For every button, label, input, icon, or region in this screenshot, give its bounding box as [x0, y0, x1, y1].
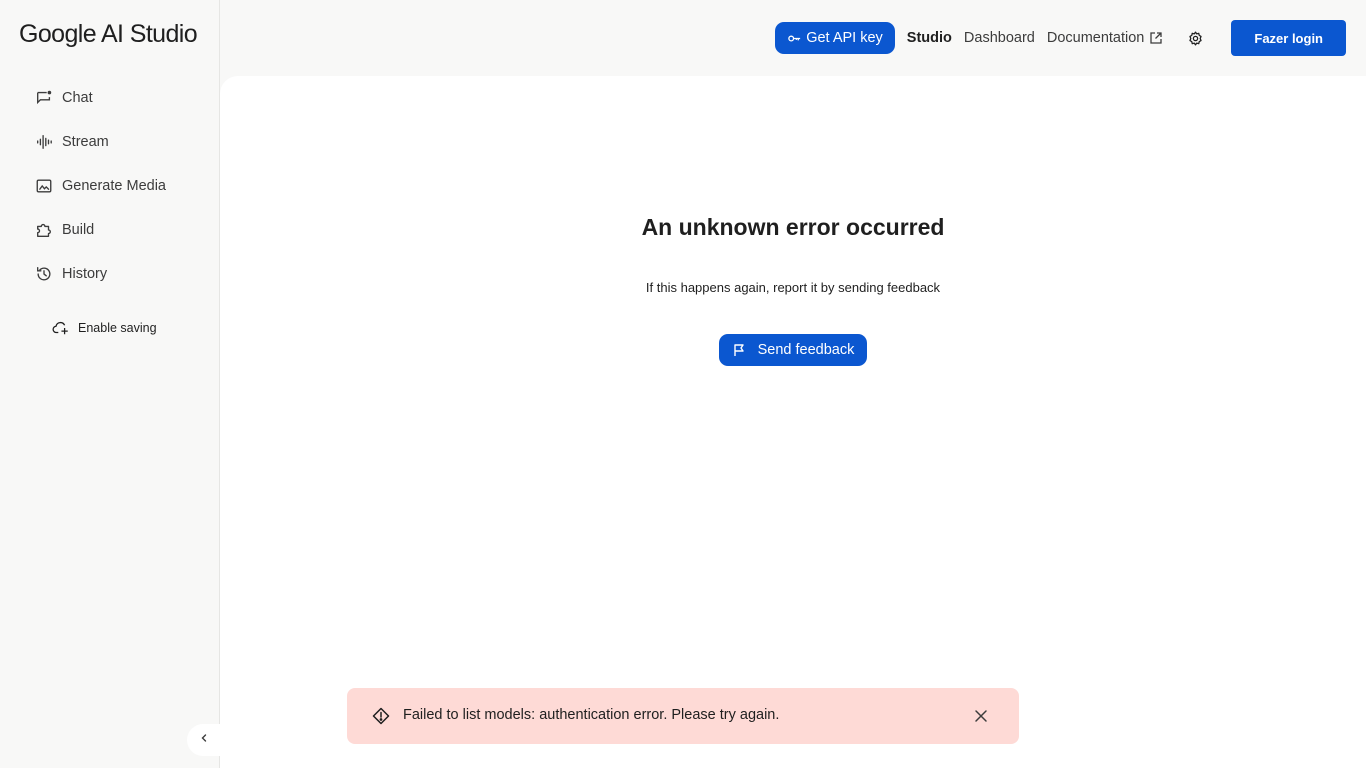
sidebar-item-label: Generate Media — [62, 178, 166, 194]
login-button[interactable]: Fazer login — [1231, 20, 1346, 56]
enable-saving-button[interactable]: Enable saving — [51, 317, 157, 339]
sidebar-item-history[interactable]: History — [34, 262, 107, 286]
close-icon[interactable] — [971, 706, 991, 726]
sidebar-item-label: Chat — [62, 90, 93, 106]
history-icon — [34, 264, 54, 284]
chat-icon — [34, 88, 54, 108]
cloud-add-icon — [51, 318, 71, 338]
get-api-key-label: Get API key — [806, 30, 883, 46]
sidebar-item-chat[interactable]: Chat — [34, 86, 93, 110]
sidebar-item-stream[interactable]: Stream — [34, 130, 109, 154]
toast-message: Failed to list models: authentication er… — [403, 707, 780, 723]
get-api-key-button[interactable]: Get API key — [775, 22, 895, 54]
sidebar-item-label: History — [62, 266, 108, 282]
gear-icon — [1189, 30, 1202, 46]
error-title: An unknown error occurred — [641, 214, 945, 240]
nav-link-label: Dashboard — [963, 30, 1035, 46]
app-logo[interactable]: Google AI Studio — [19, 20, 198, 49]
sidebar-item-label: Build — [62, 222, 95, 238]
error-subtitle: If this happens again, report it by send… — [645, 280, 941, 295]
sidebar-item-generate-media[interactable]: Generate Media — [34, 174, 166, 198]
collapse-sidebar-button[interactable] — [187, 724, 220, 756]
puzzle-icon — [34, 220, 54, 240]
main-content: An unknown error occurred If this happen… — [220, 76, 1366, 768]
key-icon — [788, 35, 801, 41]
warning-icon — [371, 706, 391, 726]
sidebar-item-build[interactable]: Build — [34, 218, 94, 242]
top-bar: Get API key Studio Dashboard Documentati… — [775, 20, 1346, 56]
settings-button[interactable] — [1181, 24, 1209, 52]
nav-link-label: Documentation — [1046, 30, 1145, 46]
send-feedback-button[interactable]: Send feedback — [719, 334, 867, 366]
enable-saving-label: Enable saving — [78, 321, 157, 335]
nav-link-studio[interactable]: Studio — [907, 30, 952, 46]
sidebar-item-label: Stream — [62, 134, 109, 150]
image-icon — [34, 176, 54, 196]
error-toast: Failed to list models: authentication er… — [347, 688, 1019, 744]
nav-link-documentation[interactable]: Documentation — [1047, 30, 1164, 46]
send-feedback-label: Send feedback — [757, 342, 855, 358]
nav-link-label: Studio — [906, 30, 952, 46]
chevron-left-icon — [198, 731, 210, 749]
external-link-icon — [1150, 32, 1163, 44]
nav-link-dashboard[interactable]: Dashboard — [964, 30, 1035, 46]
flag-icon — [733, 344, 744, 356]
waveform-icon — [34, 132, 54, 152]
sidebar: Google AI Studio Chat Stream Generate Me… — [0, 0, 220, 768]
